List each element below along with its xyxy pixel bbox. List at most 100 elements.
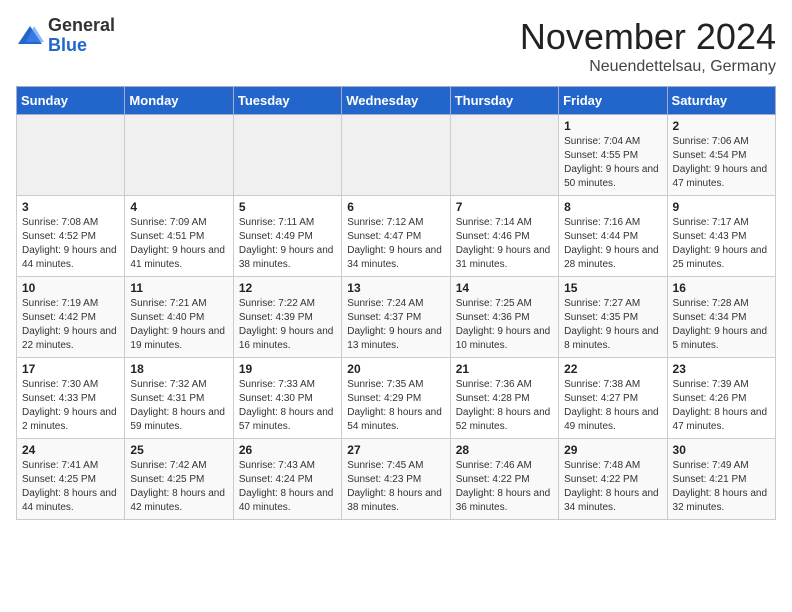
day-detail: Sunrise: 7:14 AM Sunset: 4:46 PM Dayligh… bbox=[456, 216, 553, 272]
calendar-cell: 25Sunrise: 7:42 AM Sunset: 4:25 PM Dayli… bbox=[125, 439, 233, 520]
calendar-cell bbox=[342, 115, 450, 196]
day-detail: Sunrise: 7:33 AM Sunset: 4:30 PM Dayligh… bbox=[239, 378, 336, 434]
day-number: 12 bbox=[239, 281, 336, 295]
calendar-cell: 9Sunrise: 7:17 AM Sunset: 4:43 PM Daylig… bbox=[667, 196, 775, 277]
calendar-cell: 24 Sunrise: 7:41 AM Sunset: 4:25 PM Dayli… bbox=[17, 439, 125, 520]
day-number: 3 bbox=[22, 200, 119, 214]
calendar-cell: 19Sunrise: 7:33 AM Sunset: 4:30 PM Dayli… bbox=[233, 358, 341, 439]
day-number: 25 bbox=[130, 443, 227, 457]
day-detail: Sunrise: 7:09 AM Sunset: 4:51 PM Dayligh… bbox=[130, 216, 227, 272]
day-number: 7 bbox=[456, 200, 553, 214]
day-detail: Sunrise: 7:24 AM Sunset: 4:37 PM Dayligh… bbox=[347, 297, 444, 353]
calendar-cell: 18 Sunrise: 7:32 AM Sunset: 4:31 PM Dayli… bbox=[125, 358, 233, 439]
calendar-row-0: 1Sunrise: 7:04 AM Sunset: 4:55 PM Daylig… bbox=[17, 115, 776, 196]
logo: General Blue bbox=[16, 16, 115, 56]
calendar-table: SundayMondayTuesdayWednesdayThursdayFrid… bbox=[16, 86, 776, 520]
calendar-cell: 3 Sunrise: 7:08 AM Sunset: 4:52 PM Daylig… bbox=[17, 196, 125, 277]
logo-general: General bbox=[48, 15, 115, 35]
day-detail: Sunrise: 7:32 AM Sunset: 4:31 PM Dayligh… bbox=[130, 378, 227, 434]
calendar-cell: 23 Sunrise: 7:39 AM Sunset: 4:26 PM Dayli… bbox=[667, 358, 775, 439]
day-number: 18 bbox=[130, 362, 227, 376]
calendar-cell: 27 Sunrise: 7:45 AM Sunset: 4:23 PM Dayli… bbox=[342, 439, 450, 520]
calendar-cell: 17 Sunrise: 7:30 AM Sunset: 4:33 PM Dayli… bbox=[17, 358, 125, 439]
calendar-cell: 11Sunrise: 7:21 AM Sunset: 4:40 PM Dayli… bbox=[125, 277, 233, 358]
title-block: November 2024 Neuendettelsau, Germany bbox=[520, 16, 776, 76]
calendar-row-3: 17 Sunrise: 7:30 AM Sunset: 4:33 PM Dayli… bbox=[17, 358, 776, 439]
calendar-cell: 1Sunrise: 7:04 AM Sunset: 4:55 PM Daylig… bbox=[559, 115, 667, 196]
day-number: 22 bbox=[564, 362, 661, 376]
calendar-cell: 30 Sunrise: 7:49 AM Sunset: 4:21 PM Dayli… bbox=[667, 439, 775, 520]
day-number: 1 bbox=[564, 119, 661, 133]
weekday-header-saturday: Saturday bbox=[667, 87, 775, 115]
day-number: 28 bbox=[456, 443, 553, 457]
month-title: November 2024 bbox=[520, 16, 776, 58]
calendar-cell: 8 Sunrise: 7:16 AM Sunset: 4:44 PM Daylig… bbox=[559, 196, 667, 277]
day-detail: Sunrise: 7:25 AM Sunset: 4:36 PM Dayligh… bbox=[456, 297, 553, 353]
calendar-cell: 26 Sunrise: 7:43 AM Sunset: 4:24 PM Dayli… bbox=[233, 439, 341, 520]
calendar-row-2: 10 Sunrise: 7:19 AM Sunset: 4:42 PM Dayli… bbox=[17, 277, 776, 358]
calendar-cell: 14 Sunrise: 7:25 AM Sunset: 4:36 PM Dayli… bbox=[450, 277, 558, 358]
day-number: 14 bbox=[456, 281, 553, 295]
weekday-header-sunday: Sunday bbox=[17, 87, 125, 115]
day-detail: Sunrise: 7:45 AM Sunset: 4:23 PM Dayligh… bbox=[347, 459, 444, 515]
day-number: 13 bbox=[347, 281, 444, 295]
day-detail: Sunrise: 7:38 AM Sunset: 4:27 PM Dayligh… bbox=[564, 378, 661, 434]
calendar-cell: 15Sunrise: 7:27 AM Sunset: 4:35 PM Dayli… bbox=[559, 277, 667, 358]
weekday-header-monday: Monday bbox=[125, 87, 233, 115]
calendar-cell bbox=[125, 115, 233, 196]
calendar-cell: 6 Sunrise: 7:12 AM Sunset: 4:47 PM Daylig… bbox=[342, 196, 450, 277]
calendar-cell: 16 Sunrise: 7:28 AM Sunset: 4:34 PM Dayli… bbox=[667, 277, 775, 358]
day-number: 16 bbox=[673, 281, 770, 295]
header-area: General Blue November 2024 Neuendettelsa… bbox=[16, 16, 776, 76]
calendar-cell bbox=[17, 115, 125, 196]
day-detail: Sunrise: 7:49 AM Sunset: 4:21 PM Dayligh… bbox=[673, 459, 770, 515]
calendar-cell: 20 Sunrise: 7:35 AM Sunset: 4:29 PM Dayli… bbox=[342, 358, 450, 439]
day-detail: Sunrise: 7:12 AM Sunset: 4:47 PM Dayligh… bbox=[347, 216, 444, 272]
day-number: 27 bbox=[347, 443, 444, 457]
day-detail: Sunrise: 7:08 AM Sunset: 4:52 PM Dayligh… bbox=[22, 216, 119, 272]
calendar-cell: 21 Sunrise: 7:36 AM Sunset: 4:28 PM Dayli… bbox=[450, 358, 558, 439]
logo-icon bbox=[16, 22, 44, 50]
day-detail: Sunrise: 7:39 AM Sunset: 4:26 PM Dayligh… bbox=[673, 378, 770, 434]
day-detail: Sunrise: 7:27 AM Sunset: 4:35 PM Dayligh… bbox=[564, 297, 661, 353]
day-number: 17 bbox=[22, 362, 119, 376]
day-detail: Sunrise: 7:11 AM Sunset: 4:49 PM Dayligh… bbox=[239, 216, 336, 272]
day-number: 11 bbox=[130, 281, 227, 295]
day-number: 24 bbox=[22, 443, 119, 457]
day-detail: Sunrise: 7:41 AM Sunset: 4:25 PM Dayligh… bbox=[22, 459, 119, 515]
weekday-header-thursday: Thursday bbox=[450, 87, 558, 115]
calendar-header: SundayMondayTuesdayWednesdayThursdayFrid… bbox=[17, 87, 776, 115]
day-detail: Sunrise: 7:19 AM Sunset: 4:42 PM Dayligh… bbox=[22, 297, 119, 353]
day-number: 26 bbox=[239, 443, 336, 457]
day-number: 30 bbox=[673, 443, 770, 457]
calendar-cell: 4 Sunrise: 7:09 AM Sunset: 4:51 PM Daylig… bbox=[125, 196, 233, 277]
weekday-header-wednesday: Wednesday bbox=[342, 87, 450, 115]
day-number: 2 bbox=[673, 119, 770, 133]
day-detail: Sunrise: 7:16 AM Sunset: 4:44 PM Dayligh… bbox=[564, 216, 661, 272]
day-number: 20 bbox=[347, 362, 444, 376]
day-detail: Sunrise: 7:36 AM Sunset: 4:28 PM Dayligh… bbox=[456, 378, 553, 434]
day-detail: Sunrise: 7:35 AM Sunset: 4:29 PM Dayligh… bbox=[347, 378, 444, 434]
day-detail: Sunrise: 7:06 AM Sunset: 4:54 PM Dayligh… bbox=[673, 135, 770, 191]
calendar-cell bbox=[450, 115, 558, 196]
day-detail: Sunrise: 7:30 AM Sunset: 4:33 PM Dayligh… bbox=[22, 378, 119, 434]
weekday-row: SundayMondayTuesdayWednesdayThursdayFrid… bbox=[17, 87, 776, 115]
day-number: 5 bbox=[239, 200, 336, 214]
day-number: 10 bbox=[22, 281, 119, 295]
day-detail: Sunrise: 7:28 AM Sunset: 4:34 PM Dayligh… bbox=[673, 297, 770, 353]
calendar-cell: 7 Sunrise: 7:14 AM Sunset: 4:46 PM Daylig… bbox=[450, 196, 558, 277]
day-number: 6 bbox=[347, 200, 444, 214]
day-detail: Sunrise: 7:46 AM Sunset: 4:22 PM Dayligh… bbox=[456, 459, 553, 515]
logo-text: General Blue bbox=[48, 16, 115, 56]
calendar-cell: 2 Sunrise: 7:06 AM Sunset: 4:54 PM Daylig… bbox=[667, 115, 775, 196]
day-number: 23 bbox=[673, 362, 770, 376]
day-detail: Sunrise: 7:43 AM Sunset: 4:24 PM Dayligh… bbox=[239, 459, 336, 515]
calendar-cell: 10 Sunrise: 7:19 AM Sunset: 4:42 PM Dayli… bbox=[17, 277, 125, 358]
day-number: 4 bbox=[130, 200, 227, 214]
day-detail: Sunrise: 7:17 AM Sunset: 4:43 PM Dayligh… bbox=[673, 216, 770, 272]
day-number: 29 bbox=[564, 443, 661, 457]
day-number: 21 bbox=[456, 362, 553, 376]
calendar-cell: 13 Sunrise: 7:24 AM Sunset: 4:37 PM Dayli… bbox=[342, 277, 450, 358]
day-number: 8 bbox=[564, 200, 661, 214]
weekday-header-tuesday: Tuesday bbox=[233, 87, 341, 115]
